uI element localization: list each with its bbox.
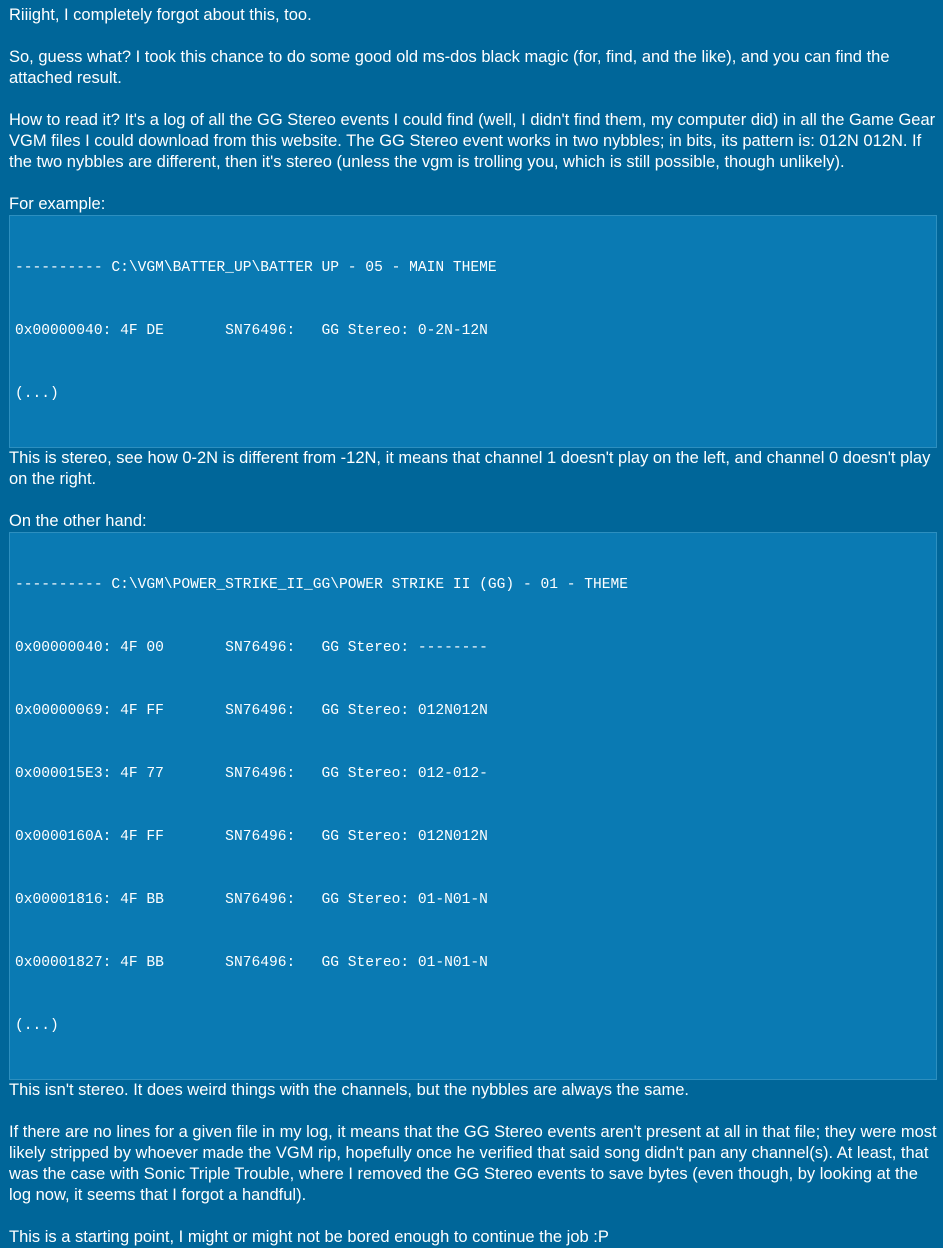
post-paragraph-not-stereo: This isn't stereo. It does weird things … (9, 1081, 690, 1099)
code-line: ---------- C:\VGM\POWER_STRIKE_II_GG\POW… (15, 577, 629, 593)
post-paragraph-how-to-read: How to read it? It's a log of all the GG… (9, 111, 940, 171)
code-line: ---------- C:\VGM\BATTER_UP\BATTER UP - … (15, 260, 497, 276)
code-line: 0x0000160A: 4F FF SN76496: GG Stereo: 01… (15, 829, 488, 845)
code-line: (...) (15, 1018, 59, 1034)
code-line: 0x000015E3: 4F 77 SN76496: GG Stereo: 01… (15, 766, 488, 782)
post-paragraph-no-lines: If there are no lines for a given file i… (9, 1123, 942, 1204)
post-paragraph-intro: Riiight, I completely forgot about this,… (9, 6, 312, 24)
post-paragraph-msdos: So, guess what? I took this chance to do… (9, 48, 895, 87)
post-paragraph-for-example: For example: (9, 195, 106, 213)
code-line: 0x00001827: 4F BB SN76496: GG Stereo: 01… (15, 955, 488, 971)
code-line: 0x00000069: 4F FF SN76496: GG Stereo: 01… (15, 703, 488, 719)
code-line: 0x00000040: 4F 00 SN76496: GG Stereo: --… (15, 640, 488, 656)
code-block-batter-up: ---------- C:\VGM\BATTER_UP\BATTER UP - … (9, 215, 937, 448)
post-paragraph-other-hand: On the other hand: (9, 512, 147, 530)
code-line: (...) (15, 386, 59, 402)
code-line: 0x00000040: 4F DE SN76496: GG Stereo: 0-… (15, 323, 488, 339)
post-paragraph-stereo-explained: This is stereo, see how 0-2N is differen… (9, 449, 935, 488)
code-block-power-strike: ---------- C:\VGM\POWER_STRIKE_II_GG\POW… (9, 532, 937, 1080)
post-paragraph-starting-point: This is a starting point, I might or mig… (9, 1228, 609, 1246)
code-line: 0x00001816: 4F BB SN76496: GG Stereo: 01… (15, 892, 488, 908)
forum-post-body: Riiight, I completely forgot about this,… (0, 0, 943, 1248)
